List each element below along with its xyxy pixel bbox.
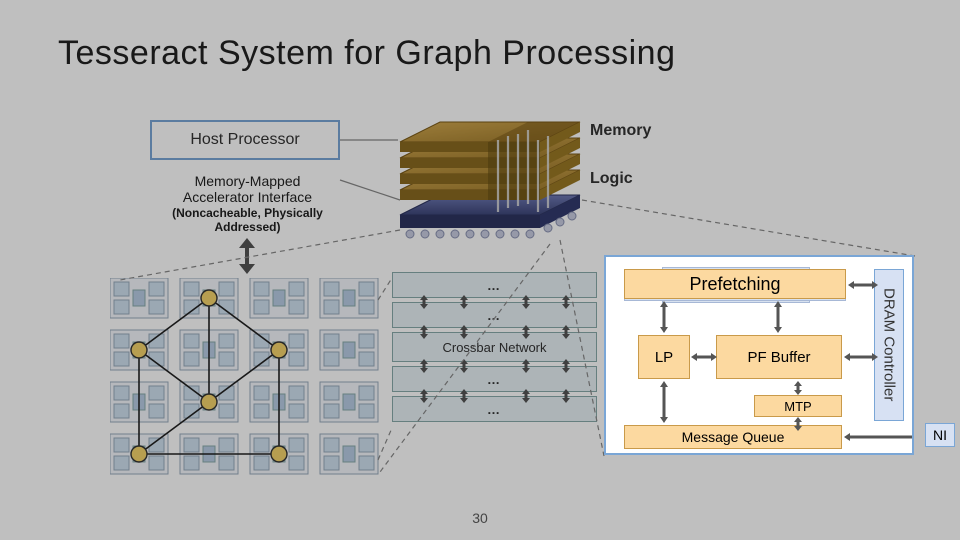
host-processor-label: Host Processor	[190, 131, 299, 149]
slide: Tesseract System for Graph Processing Ho…	[0, 0, 960, 540]
bidirectional-arrow-icon	[235, 238, 259, 274]
logic-label: Logic	[590, 170, 633, 188]
slide-title: Tesseract System for Graph Processing	[58, 34, 676, 73]
slice-connectors-icon	[392, 270, 597, 440]
interface-line1: Memory-Mapped	[160, 173, 335, 189]
crossbar-column: … … Crossbar Network … …	[392, 272, 597, 426]
vault-grid-icon	[110, 278, 390, 478]
ni-label: NI	[933, 427, 947, 443]
interface-note: (Noncacheable, Physically Addressed)	[160, 207, 335, 235]
host-processor-box: Host Processor	[150, 120, 340, 160]
vault-detail-panel: Prefetching LP PF Buffer MTP Message Que…	[604, 255, 914, 455]
page-number: 30	[0, 510, 960, 526]
interface-line2: Accelerator Interface	[160, 189, 335, 205]
ni-box: NI	[925, 423, 955, 447]
panel-arrows-icon	[606, 257, 912, 453]
hmc-cube-icon	[380, 100, 590, 260]
interface-caption: Memory-Mapped Accelerator Interface (Non…	[160, 173, 335, 235]
memory-label: Memory	[590, 122, 651, 140]
